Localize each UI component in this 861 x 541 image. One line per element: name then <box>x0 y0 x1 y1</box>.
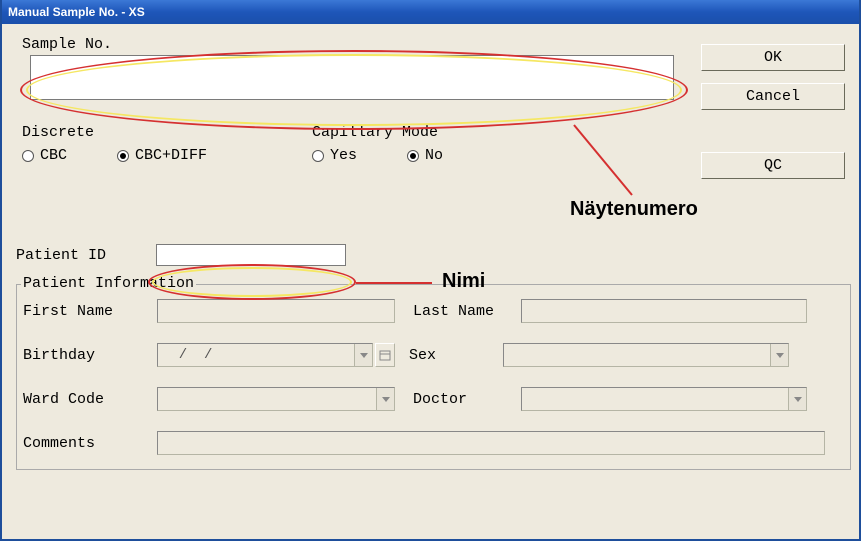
capillary-title: Capillary Mode <box>312 124 493 141</box>
radio-icon <box>22 150 34 162</box>
sex-label: Sex <box>409 347 503 364</box>
comments-input[interactable] <box>157 431 825 455</box>
discrete-cbcdiff-option[interactable]: CBC+DIFF <box>117 147 207 164</box>
radio-icon <box>407 150 419 162</box>
doctor-label: Doctor <box>413 391 521 408</box>
capillary-no-option[interactable]: No <box>407 147 443 164</box>
birthday-input[interactable] <box>157 343 373 367</box>
discrete-cbc-option[interactable]: CBC <box>22 147 67 164</box>
right-button-column: OK Cancel QC <box>701 44 845 191</box>
titlebar: Manual Sample No. - XS <box>2 0 859 24</box>
capillary-yes-option[interactable]: Yes <box>312 147 357 164</box>
capillary-no-label: No <box>425 147 443 164</box>
first-name-label: First Name <box>23 303 157 320</box>
chevron-down-icon[interactable] <box>354 344 372 366</box>
birthday-calendar-button[interactable] <box>375 343 395 367</box>
comments-label: Comments <box>23 435 157 452</box>
discrete-title: Discrete <box>22 124 312 141</box>
ward-code-label: Ward Code <box>23 391 157 408</box>
calendar-icon <box>379 349 391 361</box>
sample-no-input[interactable] <box>30 55 674 100</box>
radio-icon <box>117 150 129 162</box>
patient-info-fieldset: Patient Information First Name Last Name… <box>16 284 851 470</box>
sex-input[interactable] <box>503 343 789 367</box>
birthday-label: Birthday <box>23 347 157 364</box>
discrete-cbc-label: CBC <box>40 147 67 164</box>
doctor-input[interactable] <box>521 387 807 411</box>
qc-button[interactable]: QC <box>701 152 845 179</box>
window: Manual Sample No. - XS OK Cancel QC Samp… <box>0 0 861 541</box>
chevron-down-icon[interactable] <box>788 388 806 410</box>
capillary-yes-label: Yes <box>330 147 357 164</box>
first-name-input[interactable] <box>157 299 395 323</box>
last-name-input[interactable] <box>521 299 807 323</box>
window-title: Manual Sample No. - XS <box>8 5 145 19</box>
patient-info-legend: Patient Information <box>21 275 196 292</box>
capillary-group: Capillary Mode Yes No <box>312 124 493 164</box>
chevron-down-icon[interactable] <box>376 388 394 410</box>
chevron-down-icon[interactable] <box>770 344 788 366</box>
dialog-content: OK Cancel QC Sample No. Discrete CBC CBC… <box>2 24 859 482</box>
cancel-button[interactable]: Cancel <box>701 83 845 110</box>
ok-button[interactable]: OK <box>701 44 845 71</box>
last-name-label: Last Name <box>413 303 521 320</box>
radio-icon <box>312 150 324 162</box>
ward-code-input[interactable] <box>157 387 395 411</box>
discrete-cbcdiff-label: CBC+DIFF <box>135 147 207 164</box>
patient-id-input[interactable] <box>156 244 346 266</box>
discrete-group: Discrete CBC CBC+DIFF <box>22 124 312 164</box>
patient-id-label: Patient ID <box>16 247 112 264</box>
